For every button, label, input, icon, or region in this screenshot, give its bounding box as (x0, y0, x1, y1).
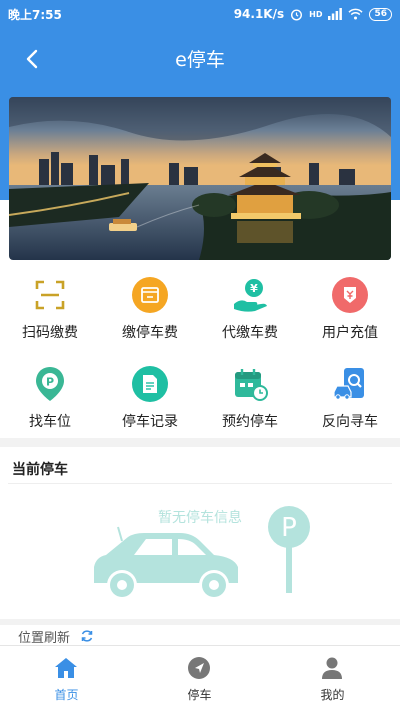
parking-sign-letter: P (281, 513, 297, 543)
service-reverse-find-car[interactable]: 反向寻车 (300, 349, 400, 430)
network-speed: 94.1K/s (233, 7, 285, 21)
home-icon (55, 658, 77, 678)
service-label: 用户充值 (322, 325, 378, 341)
hd-label: HD (309, 9, 323, 19)
record-icon (132, 366, 168, 402)
service-label: 反向寻车 (322, 414, 378, 430)
location-refresh[interactable]: 位置刷新 (0, 625, 400, 646)
current-parking-panel: 当前停车 P 暂无停车信息 (0, 447, 400, 619)
service-label: 找车位 (29, 414, 71, 430)
tab-label: 首页 (54, 688, 79, 702)
battery-icon: 56 (369, 7, 392, 21)
signal-icon (328, 8, 343, 20)
service-scan-pay[interactable]: 扫码缴费 (0, 260, 100, 341)
service-label: 缴停车费 (122, 325, 178, 341)
tab-parking[interactable]: 停车 (133, 646, 266, 711)
refresh-icon[interactable] (80, 629, 94, 643)
tab-mine[interactable]: 我的 (266, 646, 399, 711)
bottom-tab-bar: 首页 停车 我的 (0, 645, 400, 711)
tab-label: 停车 (187, 688, 212, 702)
service-label: 扫码缴费 (22, 325, 78, 341)
service-label: 停车记录 (122, 414, 178, 430)
nav-bar: e停车 (0, 28, 400, 90)
wallet-icon (132, 277, 168, 313)
calendar-clock-icon (235, 369, 268, 401)
car-search-icon (333, 368, 364, 400)
service-recharge[interactable]: 用户充值 (300, 260, 400, 341)
hand-coin-icon: ¥ (234, 279, 267, 312)
status-bar: 晚上7:55 94.1K/s HD 56 (0, 0, 400, 28)
service-label: 代缴车费 (222, 325, 278, 341)
wifi-icon (348, 8, 364, 20)
refresh-label: 位置刷新 (18, 631, 71, 646)
alarm-icon (291, 8, 303, 21)
tab-label: 我的 (320, 688, 345, 702)
banner-area (0, 90, 400, 260)
recharge-icon (332, 277, 368, 313)
parking-pin-icon: P (36, 367, 64, 401)
page-title: e停车 (175, 49, 225, 71)
service-pay-fee[interactable]: 缴停车费 (100, 260, 200, 341)
scan-icon (35, 280, 65, 310)
banner-image[interactable] (9, 97, 391, 260)
svg-text:¥: ¥ (250, 282, 258, 295)
service-parking-record[interactable]: 停车记录 (100, 349, 200, 430)
service-grid: 扫码缴费 缴停车费 ¥ 代缴车费 用户充值 P 找车位 停车记录 预约停车 反向… (0, 260, 400, 438)
status-time: 晚上7:55 (8, 7, 62, 22)
svg-text:P: P (46, 376, 54, 389)
status-right: 94.1K/s HD 56 (234, 7, 392, 21)
section-title: 当前停车 (12, 462, 68, 478)
tab-home[interactable]: 首页 (0, 646, 133, 711)
service-label: 预约停车 (222, 414, 278, 430)
empty-state-text: 暂无停车信息 (158, 510, 242, 526)
service-reserve-parking[interactable]: 预约停车 (200, 349, 300, 430)
service-proxy-pay[interactable]: ¥ 代缴车费 (200, 260, 300, 341)
user-icon (322, 657, 342, 679)
service-find-spot[interactable]: P 找车位 (0, 349, 100, 430)
divider (8, 483, 392, 484)
navigation-icon (188, 657, 210, 679)
